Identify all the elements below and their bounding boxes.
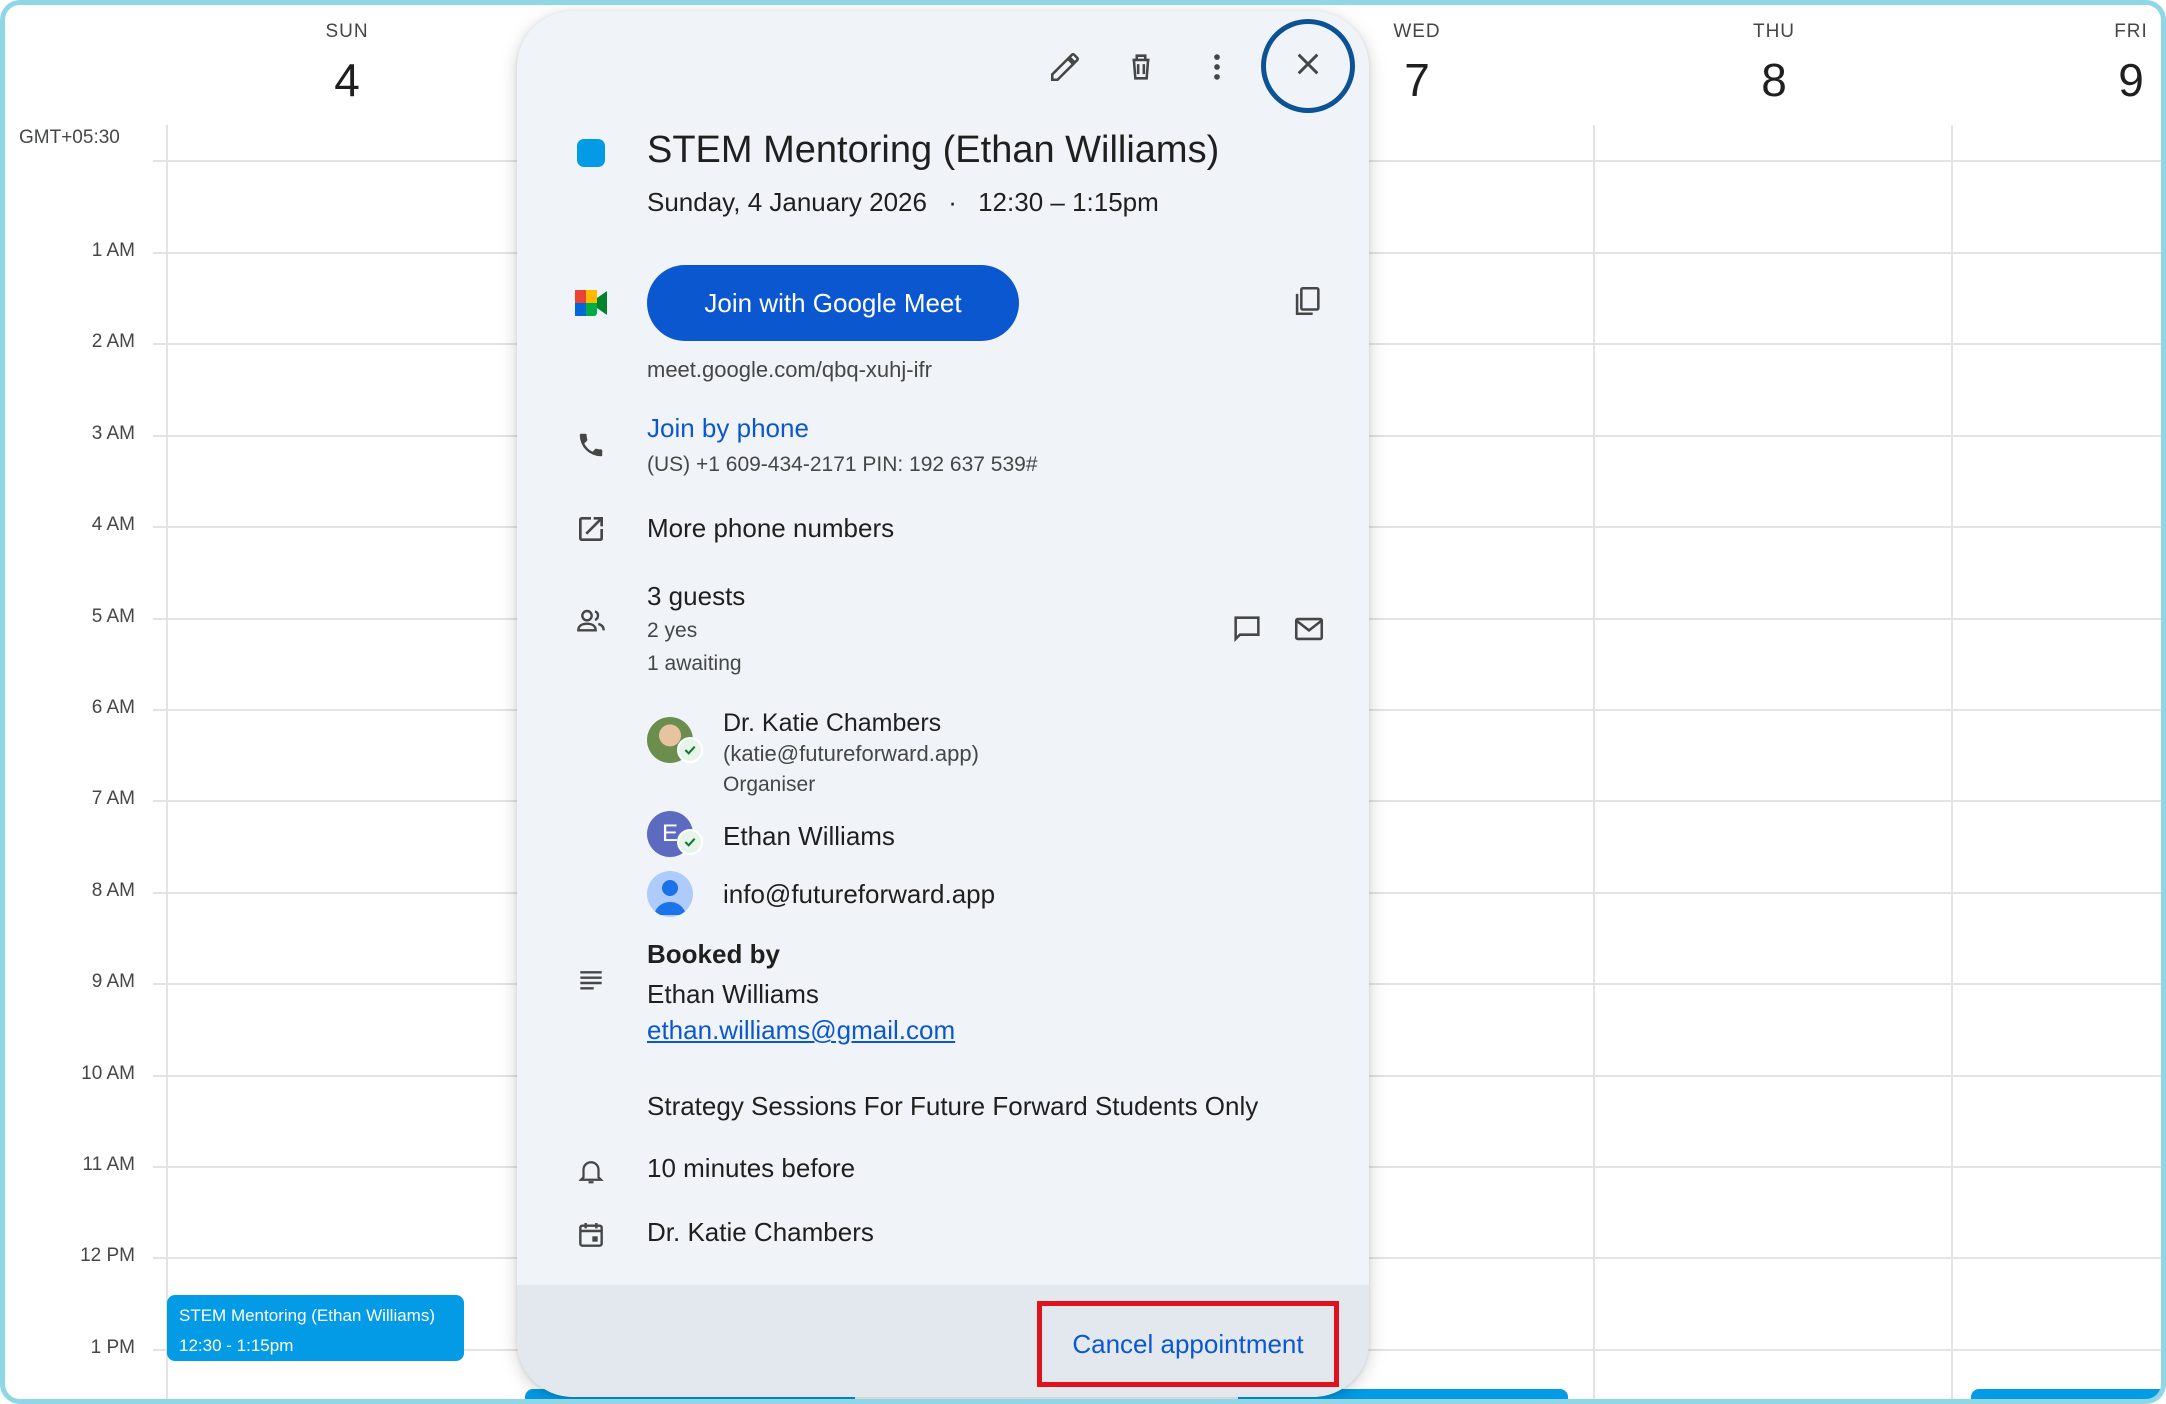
email-icon [1292,612,1326,651]
guest-count: 3 guests [647,581,746,611]
booked-by-heading: Booked by [647,939,780,969]
event-chip-title: STEM Mentoring (Ethan Williams) [179,1306,436,1325]
phone-icon [571,425,611,465]
delete-button[interactable] [1113,41,1169,97]
open-external-icon [571,509,611,549]
hour-label: 1 AM [91,240,135,261]
hour-label: 11 AM [82,1154,135,1175]
event-color-dot [577,139,605,167]
copy-link-button[interactable] [1287,283,1327,323]
guest-email: (katie@futureforward.app) [723,741,979,766]
day-header-wed[interactable]: WED 7 [1357,21,1477,103]
chat-icon [1230,612,1264,651]
day-name: FRI [2114,21,2148,42]
bell-icon [571,1151,611,1191]
guest-name[interactable]: Dr. Katie Chambers [723,709,941,738]
day-number[interactable]: 7 [1357,57,1477,103]
hour-label: 1 PM [90,1337,135,1358]
guest-role: Organiser [723,773,816,796]
day-name: WED [1393,21,1441,42]
day-number[interactable]: 8 [1714,57,1834,103]
join-meet-button[interactable]: Join with Google Meet [647,265,1019,341]
grid-column-divider [166,125,168,1399]
hour-label: 4 AM [91,514,135,535]
day-header-thu[interactable]: THU 8 [1714,21,1834,103]
more-phone-numbers-link[interactable]: More phone numbers [647,513,894,544]
event-details-popover: STEM Mentoring (Ethan Williams) Sunday, … [517,11,1369,1397]
hour-label: 12 PM [80,1245,135,1266]
day-name: THU [1752,21,1796,42]
reminder-text: 10 minutes before [647,1153,856,1183]
guests-yes-count: 2 yes [647,619,698,642]
timezone-label: GMT+05:30 [19,127,120,148]
email-guests-button[interactable] [1289,611,1329,651]
grid-column-divider [1593,125,1595,1399]
event-time: 12:30 – 1:15pm [978,187,1159,217]
event-date: Sunday, 4 January 2026 [647,187,927,217]
cancel-appointment-button[interactable]: Cancel appointment [1037,1301,1339,1387]
calendar-window: SUN 4 WED 7 THU 8 FRI 9 GMT+05:30 1 AM 2 … [0,0,2166,1404]
google-meet-icon [571,283,611,323]
guest-name[interactable]: info@futureforward.app [723,879,995,910]
meet-link[interactable]: meet.google.com/qbq-xuhj-ifr [647,357,932,383]
booked-by-email-link[interactable]: ethan.williams@gmail.com [647,1015,955,1046]
hour-label: 5 AM [91,606,135,627]
day-number[interactable]: 9 [2071,57,2161,103]
datetime-separator: · [948,187,957,217]
event-chip[interactable]: STEM Mentoring (Ethan Williams) 12:30 - … [167,1295,464,1361]
grid-column-divider [1951,125,1953,1399]
hour-label: 9 AM [91,971,135,992]
event-datetime: Sunday, 4 January 2026 · 12:30 – 1:15pm [647,187,1159,218]
phone-details: (US) +1 609-434-2171 PIN: 192 637 539# [647,453,1038,476]
close-icon [1292,48,1324,85]
guest-name[interactable]: Ethan Williams [723,821,895,852]
edit-button[interactable] [1037,41,1093,97]
join-by-phone-link[interactable]: Join by phone [647,413,809,444]
day-header-fri[interactable]: FRI 9 [2071,21,2161,103]
copy-icon [1290,284,1324,323]
day-header-sun[interactable]: SUN 4 [287,21,407,103]
close-button[interactable] [1261,19,1355,113]
calendar-icon [571,1215,611,1255]
day-name: SUN [325,21,369,42]
booked-by-name: Ethan Williams [647,979,819,1009]
accepted-check-icon [677,829,703,855]
delete-icon [1124,50,1158,89]
day-number[interactable]: 4 [287,57,407,103]
event-chip-time: 12:30 - 1:15pm [179,1336,294,1355]
more-options-button[interactable] [1189,41,1245,97]
description-icon [571,959,611,999]
event-description: Strategy Sessions For Future Forward Stu… [647,1091,1259,1121]
more-icon [1200,50,1234,89]
event-chip-partial[interactable] [1971,1389,2161,1399]
chat-guests-button[interactable] [1227,611,1267,651]
edit-icon [1048,50,1082,89]
people-icon [571,601,611,641]
avatar[interactable] [647,871,693,917]
event-title: STEM Mentoring (Ethan Williams) [647,129,1220,171]
hour-label: 2 AM [91,331,135,352]
calendar-owner: Dr. Katie Chambers [647,1217,874,1247]
hour-label: 7 AM [91,788,135,809]
hour-label: 10 AM [81,1063,135,1084]
hour-label: 8 AM [91,880,135,901]
hour-label: 6 AM [91,697,135,718]
hour-label: 3 AM [91,423,135,444]
guests-awaiting-count: 1 awaiting [647,652,742,675]
accepted-check-icon [677,737,703,763]
